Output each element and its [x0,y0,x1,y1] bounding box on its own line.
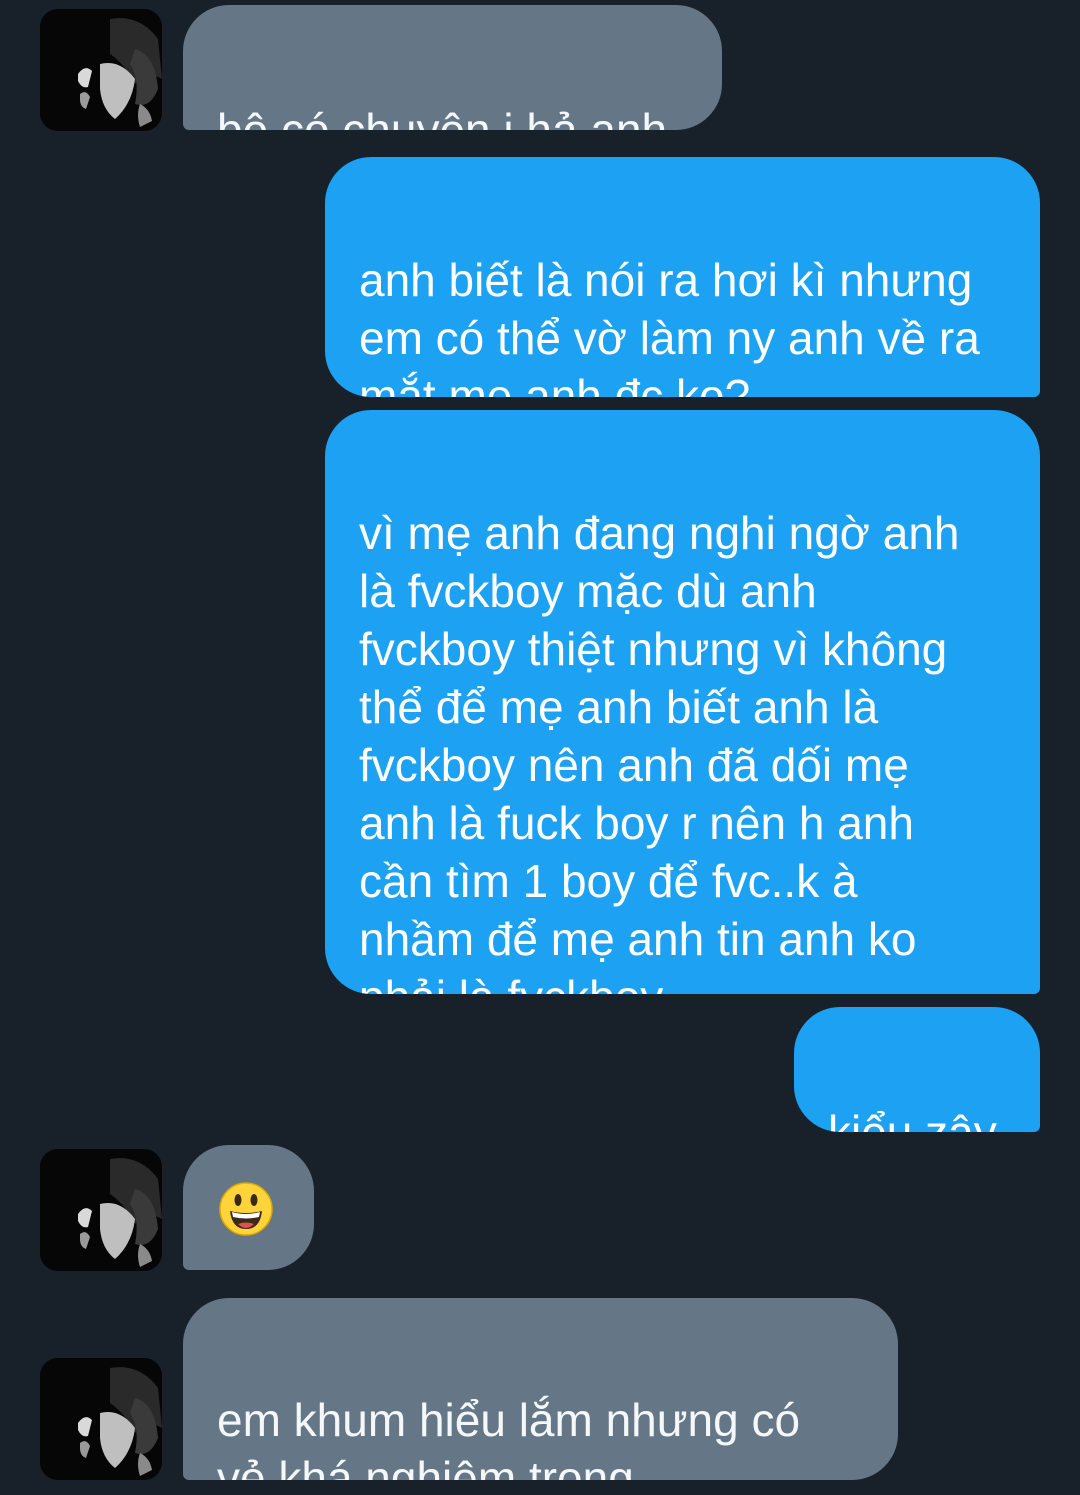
received-emoji-bubble[interactable] [183,1145,314,1270]
contact-avatar[interactable] [40,9,162,131]
contact-avatar[interactable] [40,1149,162,1271]
message-text: em khum hiểu lắm nhưng có vẻ khá nghiêm … [217,1394,801,1480]
contact-avatar[interactable] [40,1358,162,1480]
message-text: vì mẹ anh đang nghi ngờ anh là fvckboy m… [359,507,960,994]
received-message-bubble[interactable]: em khum hiểu lắm nhưng có vẻ khá nghiêm … [183,1298,898,1480]
avatar-photo [40,1358,162,1480]
grinning-face-emoji [219,1182,273,1236]
sent-message-bubble[interactable]: anh biết là nói ra hơi kì nhưng em có th… [325,157,1040,397]
sent-message-bubble[interactable]: kiểu zậy [794,1007,1040,1132]
message-text: kiểu zậy [828,1106,997,1132]
received-message-bubble[interactable]: bộ có chuyện j hả anh [183,5,722,130]
avatar-photo [40,9,162,131]
message-text: bộ có chuyện j hả anh [217,104,668,130]
sent-message-bubble[interactable]: vì mẹ anh đang nghi ngờ anh là fvckboy m… [325,410,1040,994]
avatar-photo [40,1149,162,1271]
message-text: anh biết là nói ra hơi kì nhưng em có th… [359,254,980,397]
